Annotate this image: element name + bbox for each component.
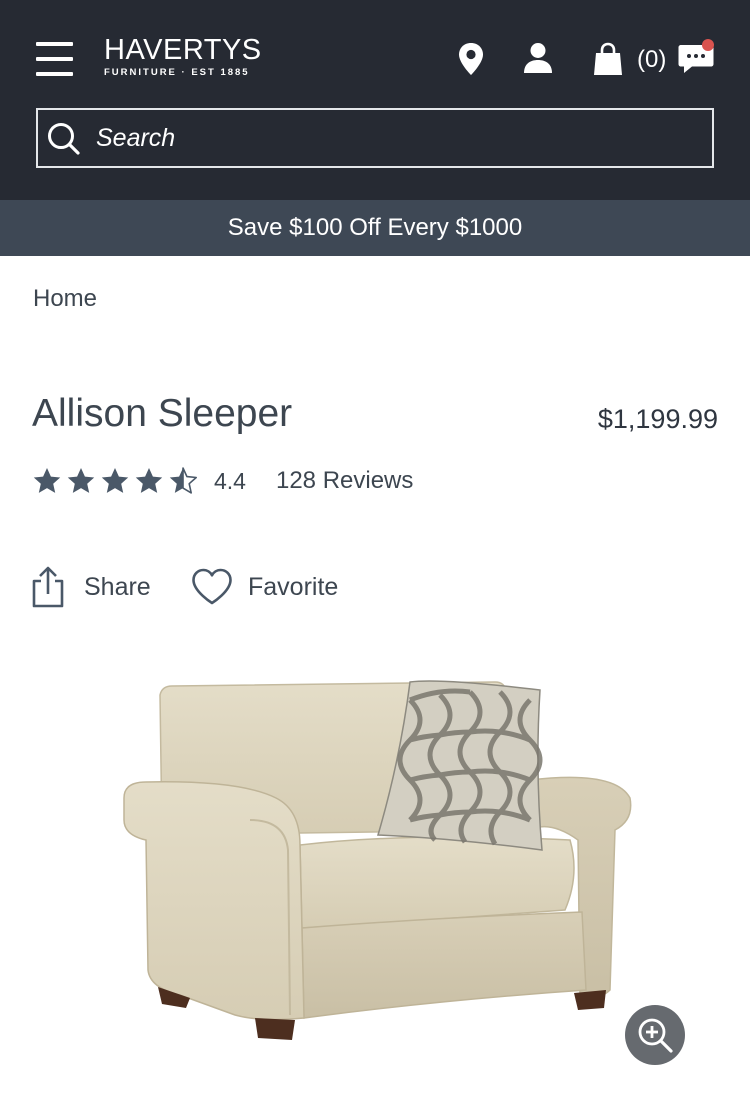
havertys-logo[interactable]: HAVERTYS FURNITURE · EST 1885 xyxy=(104,34,262,84)
menu-icon[interactable] xyxy=(36,42,73,76)
chat-icon[interactable] xyxy=(678,38,716,74)
share-icon xyxy=(32,566,64,608)
location-pin-icon[interactable] xyxy=(457,42,485,76)
favorite-button[interactable]: Favorite xyxy=(191,566,338,608)
rating-summary: 4.4 128 Reviews xyxy=(32,464,413,498)
product-title: Allison Sleeper xyxy=(32,392,293,435)
cart-count[interactable]: (0) xyxy=(637,44,666,76)
reviews-link[interactable]: 128 Reviews xyxy=(276,464,413,498)
search-icon xyxy=(48,123,80,155)
product-image[interactable] xyxy=(110,670,650,1080)
star-rating[interactable] xyxy=(32,466,198,496)
star-icon xyxy=(67,468,95,493)
half-star-icon xyxy=(169,467,197,494)
site-header: HAVERTYS FURNITURE · EST 1885 (0) xyxy=(0,0,750,200)
product-price: $1,199.99 xyxy=(597,404,718,434)
favorite-label: Favorite xyxy=(248,572,339,601)
account-icon[interactable] xyxy=(522,42,554,74)
breadcrumb-home[interactable]: Home xyxy=(33,284,97,314)
share-label: Share xyxy=(84,572,151,601)
logo-name: HAVERTYS xyxy=(104,34,262,66)
star-icon xyxy=(135,468,163,493)
rating-value: 4.4 xyxy=(214,468,246,494)
search-bar[interactable] xyxy=(36,108,714,168)
heart-icon xyxy=(192,568,232,605)
star-icon xyxy=(33,468,61,493)
promo-banner[interactable]: Save $100 Off Every $1000 xyxy=(0,200,750,256)
zoom-button[interactable] xyxy=(625,1005,685,1065)
star-icon xyxy=(101,468,129,493)
zoom-in-icon xyxy=(638,1018,673,1053)
logo-tagline: FURNITURE · EST 1885 xyxy=(104,67,250,78)
search-input[interactable] xyxy=(96,118,696,158)
shopping-bag-icon[interactable] xyxy=(592,42,624,76)
share-button[interactable]: Share xyxy=(30,566,151,608)
